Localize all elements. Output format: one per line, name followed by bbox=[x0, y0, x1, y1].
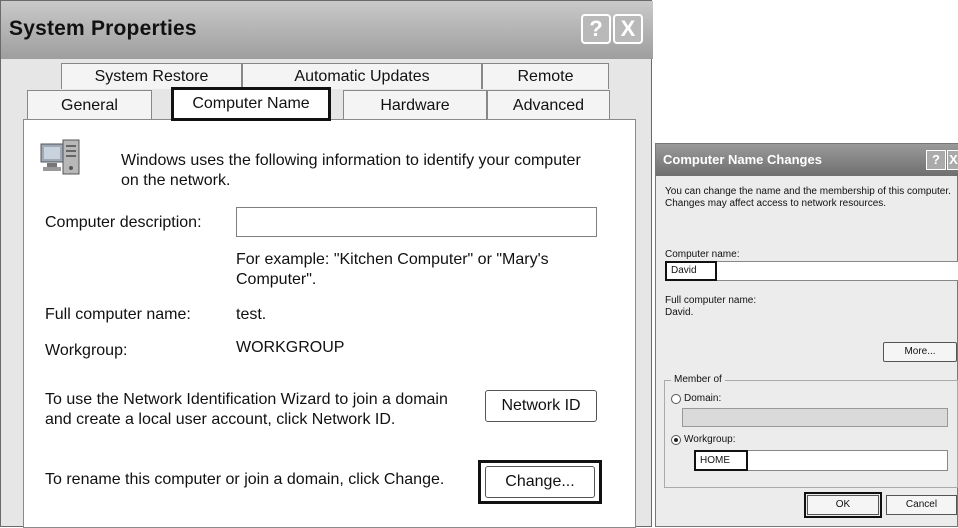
tab-computer-name[interactable]: Computer Name bbox=[171, 87, 331, 121]
workgroup-label: Workgroup: bbox=[45, 342, 128, 359]
computer-name-changes-dialog: Computer Name Changes ? X You can change… bbox=[655, 143, 958, 527]
window-title: System Properties bbox=[9, 17, 197, 40]
intro-text: Windows uses the following information t… bbox=[121, 152, 581, 189]
computer-description-input[interactable] bbox=[236, 207, 597, 237]
member-of-label: Member of bbox=[671, 374, 725, 386]
title-bar: Computer Name Changes ? X bbox=[656, 144, 958, 176]
computer-name-label: Computer name: bbox=[665, 249, 740, 260]
full-computer-name-label: Full computer name: bbox=[665, 295, 757, 306]
domain-label: Domain: bbox=[684, 393, 722, 404]
close-icon[interactable]: X bbox=[947, 150, 958, 170]
full-computer-name-value: David. bbox=[665, 307, 694, 318]
network-id-button[interactable]: Network ID bbox=[485, 390, 597, 422]
tab-remote[interactable]: Remote bbox=[482, 63, 609, 89]
change-button[interactable]: Change... bbox=[485, 466, 595, 498]
cancel-button[interactable]: Cancel bbox=[886, 495, 957, 515]
workgroup-radio[interactable] bbox=[671, 435, 681, 445]
tab-hardware[interactable]: Hardware bbox=[343, 90, 487, 120]
system-properties-dialog: System Properties ? X System Restore Aut… bbox=[0, 0, 653, 528]
full-computer-name-label: Full computer name: bbox=[45, 306, 191, 323]
intro-text: You can change the name and the membersh… bbox=[665, 186, 951, 209]
title-bar: System Properties ? X bbox=[1, 1, 653, 59]
tab-advanced[interactable]: Advanced bbox=[487, 90, 610, 120]
tab-automatic-updates[interactable]: Automatic Updates bbox=[242, 63, 482, 89]
workgroup-value: WORKGROUP bbox=[236, 339, 345, 356]
rename-text: To rename this computer or join a domain… bbox=[45, 471, 445, 488]
computer-description-label: Computer description: bbox=[45, 214, 202, 231]
help-icon[interactable]: ? bbox=[926, 150, 946, 170]
example-text: For example: "Kitchen Computer" or "Mary… bbox=[236, 251, 549, 288]
help-icon[interactable]: ? bbox=[581, 14, 611, 44]
tab-panel: Windows uses the following information t… bbox=[23, 119, 636, 528]
network-id-text: To use the Network Identification Wizard… bbox=[45, 391, 448, 428]
workgroup-label: Workgroup: bbox=[684, 434, 736, 445]
domain-input[interactable] bbox=[682, 408, 948, 427]
more-button[interactable]: More... bbox=[883, 342, 957, 362]
computer-network-icon bbox=[39, 136, 85, 182]
domain-radio[interactable] bbox=[671, 394, 681, 404]
close-icon[interactable]: X bbox=[613, 14, 643, 44]
ok-button[interactable]: OK bbox=[807, 495, 879, 515]
workgroup-value-highlight: HOME bbox=[694, 450, 748, 471]
full-computer-name-value: test. bbox=[236, 306, 267, 323]
computer-name-value-highlight: David bbox=[665, 261, 717, 281]
tab-system-restore[interactable]: System Restore bbox=[61, 63, 242, 89]
window-title: Computer Name Changes bbox=[663, 152, 822, 167]
tab-general[interactable]: General bbox=[27, 90, 152, 120]
